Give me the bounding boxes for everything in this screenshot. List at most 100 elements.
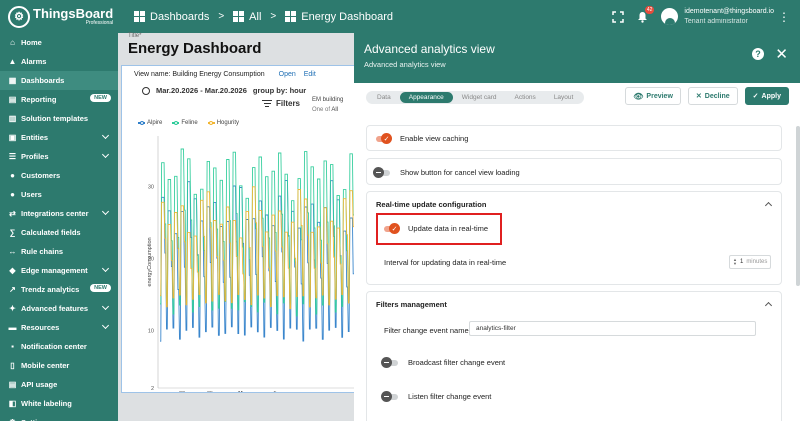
eye-icon: 👁 [633,91,644,101]
interval-input[interactable]: ▲ ▼ 1 minutes [729,255,771,269]
sidebar-item-label: Solution templates [21,114,89,123]
filters-button[interactable]: Filters [262,99,300,108]
sidebar-item-entities[interactable]: ▣ Entities [0,128,118,147]
notifications-bell-icon[interactable]: 42 [633,5,655,26]
sidebar-item-rule-chains[interactable]: ↔ Rule chains [0,242,118,261]
logo[interactable]: ⚙ ThingsBoard Professional [0,5,118,28]
show-cancel-row[interactable]: Show button for cancel view loading [373,167,520,178]
broadcast-row[interactable]: Broadcast filter change event [381,357,506,368]
edit-link[interactable]: Edit [304,71,316,78]
sidebar-item-label: Rule chains [21,247,64,256]
filter-event-label: Filter change event name [384,326,469,335]
breadcrumb-dashboards[interactable]: Dashboards [134,11,209,23]
templates-icon: ▥ [8,114,17,123]
more-vert-icon[interactable]: ⋮ [778,10,790,24]
top-bar: ⚙ ThingsBoard Professional Dashboards > … [0,0,800,33]
apply-button[interactable]: ✓ Apply [744,87,789,105]
panel-title: Advanced analytics view [364,42,495,56]
sidebar-item-solution-templates[interactable]: ▥ Solution templates [0,109,118,128]
sidebar-item-integrations-center[interactable]: ⇄ Integrations center [0,204,118,223]
filters-section-title: Filters management [376,300,447,309]
time-window[interactable]: Mar.20.2026 - Mar.20.2026 group by: hour [142,86,306,95]
profiles-icon: ☰ [8,152,17,161]
enable-caching-toggle[interactable]: ✓ [376,133,392,144]
sidebar-item-label: API usage [21,380,58,389]
listen-row[interactable]: Listen filter change event [381,391,491,402]
tab-layout[interactable]: Layout [545,92,583,103]
sidebar-item-label: Advanced features [21,304,89,313]
integrations-icon: ⇄ [9,209,16,218]
sidebar-item-mobile-center[interactable]: ▯ Mobile center [0,356,118,375]
sidebar-item-settings[interactable]: ⚙Settings [0,413,118,421]
sidebar-item-label: Resources [21,323,60,332]
breadcrumb-all[interactable]: All [233,11,261,23]
sidebar-item-api-usage[interactable]: ▤ API usage [0,375,118,394]
filter-event-input[interactable]: analytics-filter [469,321,756,336]
sidebar-item-notification-center[interactable]: ▪ Notification center [0,337,118,356]
panel-scrollbar[interactable] [796,126,800,286]
breadcrumb: Dashboards > All > Energy Dashboard [134,11,393,23]
user-avatar-icon[interactable] [661,8,679,25]
breadcrumb-energy-dashboard[interactable]: Energy Dashboard [285,11,393,23]
decline-button[interactable]: ✕ Decline [687,87,738,105]
preview-button[interactable]: 👁 Preview [625,87,681,105]
tab-appearance[interactable]: Appearance [399,92,453,103]
em-building-filter[interactable]: EM building One of All [312,95,343,115]
dashboard-title-input[interactable]: Energy Dashboard [128,40,261,57]
y-tick-label: 2 [151,386,154,392]
dashboards-icon [233,11,245,22]
tab-widget-card[interactable]: Widget card [453,92,506,103]
users-icon: ● [10,190,15,199]
broadcast-label: Broadcast filter change event [408,358,506,367]
sidebar-item-users[interactable]: ● Users [0,185,118,204]
sidebar-item-calculated-fields[interactable]: ∑ Calculated fields [0,223,118,242]
help-icon[interactable]: ? [752,48,764,60]
mobile-icon: ▯ [10,361,15,370]
legend-marker-icon [207,120,215,125]
panel-tabs: Data Appearance Widget card Actions Layo… [366,91,585,104]
sidebar-item-advanced-features[interactable]: ✦ Advanced features [0,299,118,318]
interval-unit: minutes [746,259,768,265]
listen-toggle[interactable] [381,391,398,402]
y-tick-label: 30 [148,184,154,190]
sidebar-item-dashboards[interactable]: ▦ Dashboards [0,71,118,90]
sidebar-item-reporting[interactable]: ▤ Reporting NEW [0,90,118,109]
sidebar-item-alarms[interactable]: ▲ Alarms [0,52,118,71]
tab-actions[interactable]: Actions [505,92,544,103]
logo-name: ThingsBoard [33,6,114,21]
enable-caching-label: Enable view caching [400,134,469,143]
realtime-section-title: Real-time update configuration [376,200,487,209]
dashboards-icon: ▦ [8,76,17,85]
sidebar-item-edge-management[interactable]: ◆ Edge management [0,261,118,280]
sidebar-item-label: Entities [21,133,49,142]
spinner-icon[interactable]: ▲ ▼ [733,258,737,266]
close-icon[interactable]: ✕ [775,45,788,63]
sidebar-item-trendz-analytics[interactable]: ↗ Trendz analytics NEW [0,280,118,299]
user-info[interactable]: idemotenant@thingsboard.io Tenant admini… [684,7,774,27]
analytics-widget[interactable]: View name: Building Energy Consumption O… [122,66,356,392]
sidebar-item-white-labeling[interactable]: ◧ White labeling [0,394,118,413]
sidebar-item-label: Users [21,190,42,199]
fullscreen-icon[interactable] [609,8,627,26]
sidebar-item-label: Profiles [21,152,49,161]
show-cancel-toggle[interactable] [373,167,390,178]
chevron-up-icon[interactable] [764,301,773,310]
sidebar-item-home[interactable]: ⌂ Home [0,33,118,52]
chevron-down-icon [101,321,110,330]
chevron-up-icon[interactable] [764,201,773,210]
title-field-label: Title* [128,33,142,39]
sidebar-item-resources[interactable]: ▬ Resources [0,318,118,337]
tab-data[interactable]: Data [368,92,400,103]
panel-header: Advanced analytics view Advanced analyti… [354,33,800,83]
entities-icon: ▣ [8,133,17,142]
em-building-label: EM building [312,97,344,103]
calculated-fields-icon: ∑ [9,228,16,237]
filter-list-icon [262,99,272,108]
show-cancel-label: Show button for cancel view loading [400,168,520,177]
open-link[interactable]: Open [279,71,296,78]
broadcast-toggle[interactable] [381,357,398,368]
sidebar-item-profiles[interactable]: ☰ Profiles [0,147,118,166]
x-tick-label: 25 [207,391,213,392]
sidebar-item-customers[interactable]: ● Customers [0,166,118,185]
enable-caching-row[interactable]: ✓ Enable view caching [376,133,469,144]
